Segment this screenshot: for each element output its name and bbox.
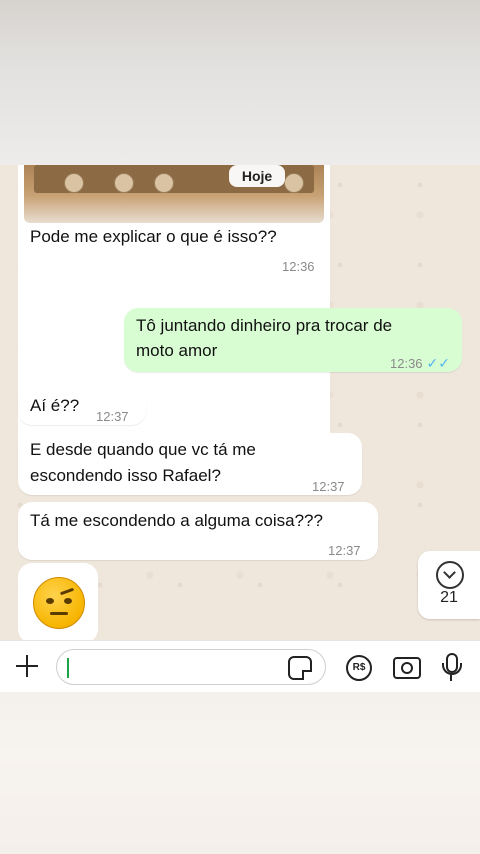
incoming-message-bubble[interactable]: Tá me escondendo a alguma coisa??? 12:37 bbox=[18, 502, 378, 560]
message-text-line-2: escondendo isso Rafael? bbox=[30, 466, 221, 485]
message-time: 12:37 bbox=[328, 543, 361, 558]
incoming-message-bubble[interactable]: Aí é?? 12:37 bbox=[18, 387, 146, 425]
coin bbox=[154, 173, 174, 193]
text-caret bbox=[67, 658, 69, 678]
message-composer: R$ bbox=[0, 640, 480, 693]
unread-count: 21 bbox=[440, 589, 458, 606]
message-text: Tá me escondendo a alguma coisa??? bbox=[30, 511, 323, 530]
message-input[interactable] bbox=[56, 649, 326, 685]
coin bbox=[284, 173, 304, 193]
message-text-line-2: moto amor bbox=[136, 341, 218, 360]
emoji-message-bubble[interactable] bbox=[18, 563, 98, 640]
eye bbox=[64, 598, 72, 604]
message-time: 12:36 bbox=[390, 356, 423, 371]
plus-icon[interactable] bbox=[14, 653, 40, 679]
coin bbox=[114, 173, 134, 193]
scroll-to-bottom-button[interactable]: 21 bbox=[418, 551, 480, 619]
chat-area[interactable]: Hoje Pode me explicar o que é isso?? 12:… bbox=[0, 165, 480, 640]
incoming-message-bubble[interactable]: E desde quando que vc tá me escondendo i… bbox=[18, 433, 362, 495]
blurred-top-area bbox=[0, 0, 480, 165]
mouth bbox=[50, 612, 68, 615]
camera-icon[interactable] bbox=[393, 657, 421, 679]
rs-payment-icon[interactable]: R$ bbox=[346, 655, 372, 681]
chevron-down-icon bbox=[436, 561, 464, 589]
message-text: Pode me explicar o que é isso?? bbox=[30, 227, 277, 246]
read-receipt-icon: ✓✓ bbox=[426, 355, 451, 371]
message-text-line-1: Tô juntando dinheiro pra trocar de bbox=[136, 316, 393, 335]
message-time: 12:36 bbox=[282, 259, 315, 274]
sticker-icon[interactable] bbox=[288, 656, 312, 680]
message-text: Aí é?? bbox=[30, 396, 80, 415]
eye bbox=[46, 598, 54, 604]
date-chip: Hoje bbox=[229, 165, 285, 187]
microphone-icon[interactable] bbox=[441, 653, 462, 681]
message-time-wrap: 12:36 ✓✓ bbox=[390, 350, 450, 377]
face-with-raised-eyebrow-icon bbox=[33, 577, 85, 629]
message-time: 12:37 bbox=[312, 479, 345, 494]
blurred-bottom-area bbox=[0, 692, 480, 854]
outgoing-message-bubble[interactable]: Tô juntando dinheiro pra trocar de moto … bbox=[124, 308, 462, 372]
message-text-line-1: E desde quando que vc tá me bbox=[30, 440, 256, 459]
eyebrow bbox=[59, 587, 75, 596]
coin bbox=[64, 173, 84, 193]
message-time: 12:37 bbox=[96, 409, 129, 424]
